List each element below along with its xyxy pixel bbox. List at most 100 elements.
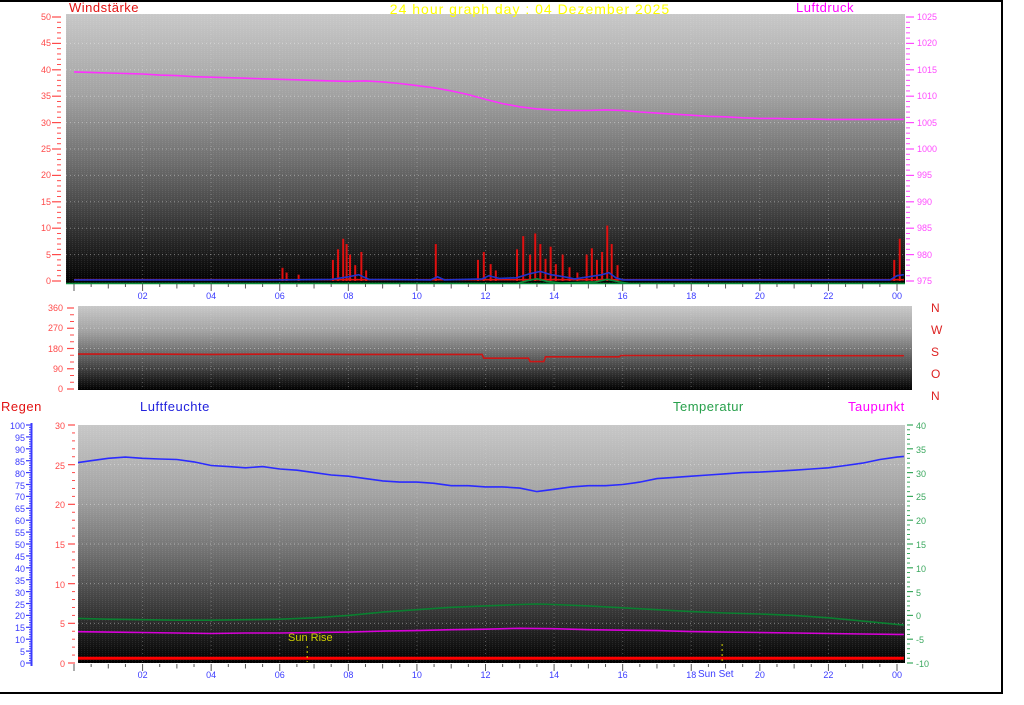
tick-label: 35 [916,444,927,455]
tick-label: 0 [916,611,922,622]
sunrise-annotation: Sun Rise [288,632,333,644]
tick-label: -5 [916,635,925,646]
tick-label: 12 [480,670,491,680]
tick-label: 1025 [917,12,938,22]
tick-label: 08 [343,291,354,301]
tick-label: 20 [54,500,65,511]
tick-label: 30 [14,587,25,598]
tick-label: 15 [14,623,25,634]
tick-label: 16 [617,291,628,301]
tick-label: 10 [54,579,65,590]
tick-label: 45 [40,38,51,49]
tick-label: 5 [45,249,51,260]
tick-label: 980 [917,249,933,260]
tick-label: 975 [917,276,933,286]
tick-label: 40 [14,563,25,574]
tick-label: 100 [9,421,25,431]
tick-label: 5 [59,619,65,630]
tick-label: 1005 [917,117,938,128]
tick-label: 02 [137,670,148,680]
tick-label: 0 [59,659,65,669]
page-title: 24 hour graph day : 04 Dezember 2025 [389,1,671,17]
wind-pressure-plot [66,14,905,285]
tick-label: 25 [54,460,65,471]
tick-label: 10 [40,223,51,234]
tick-label: 15 [916,540,927,550]
tick-label: 12 [480,291,491,301]
humidity-temp-plot [78,425,905,663]
tick-label: 15 [40,196,51,207]
tick-label: 180 [47,343,63,354]
tick-label: 14 [549,670,560,680]
weather-graph-window: Windstärke 24 hour graph day : 04 Dezemb… [0,0,1024,705]
tick-label: 25 [40,144,51,154]
tick-label: 85 [14,456,25,467]
tick-label: 25 [14,599,25,610]
tick-label: 20 [754,291,765,301]
tick-label: 22 [823,291,834,301]
tick-label: 40 [916,421,927,431]
tick-label: 1020 [917,38,938,49]
tick-label: 995 [917,170,933,181]
tick-label: W [931,323,943,337]
tick-label: 90 [14,444,25,455]
tick-label: N [931,389,940,403]
tick-label: 360 [47,303,63,313]
tick-label: 50 [40,12,51,22]
tick-label: 55 [14,528,25,539]
tick-label: 50 [14,540,25,550]
temperature-label: Temperatur [673,399,744,414]
tick-label: 00 [891,670,902,680]
tick-label: 10 [14,635,25,646]
wind-direction-plot [78,306,912,390]
tick-label: 20 [14,611,25,622]
tick-label: 02 [137,291,148,301]
tick-label: 5 [916,587,922,598]
tick-label: 0 [19,659,25,669]
tick-label: 14 [549,291,560,301]
tick-label: 75 [14,480,25,491]
tick-label: 00 [891,291,902,301]
tick-label: 25 [916,492,927,503]
tick-label: 06 [274,291,285,301]
window-border-bottom [0,692,1003,694]
tick-label: 10 [411,670,422,680]
tick-label: 04 [206,670,217,680]
tick-label: -10 [916,659,930,669]
tick-label: 18 [686,291,697,301]
tick-label: 60 [14,516,25,527]
tick-label: 18 [686,670,697,680]
tick-label: 1000 [917,144,938,154]
tick-label: 20 [916,516,927,527]
tick-label: 06 [274,670,285,680]
tick-label: 10 [411,291,422,301]
tick-label: 22 [823,670,834,680]
tick-label: 80 [14,468,25,479]
wind-strength-label: Windstärke [69,0,140,15]
pressure-label: Luftdruck [796,0,854,15]
tick-label: 35 [40,91,51,102]
tick-label: 45 [14,551,25,562]
tick-label: 5 [19,647,25,658]
tick-label: 90 [52,363,63,374]
tick-label: 08 [343,670,354,680]
tick-label: S [931,345,940,359]
tick-label: 0 [45,276,51,286]
tick-label: 65 [14,504,25,515]
tick-label: 1010 [917,91,938,102]
tick-label: N [931,301,940,315]
window-border-right [1001,0,1003,694]
tick-label: 30 [54,421,65,431]
tick-label: 35 [14,575,25,586]
tick-label: 270 [47,323,63,334]
tick-label: 15 [54,540,65,550]
dewpoint-label: Taupunkt [848,399,905,414]
tick-label: 16 [617,670,628,680]
tick-label: 985 [917,223,933,234]
tick-label: 20 [754,670,765,680]
tick-label: 0 [57,384,63,394]
tick-label: 990 [917,196,933,207]
tick-label: 20 [40,170,51,181]
humidity-label: Luftfeuchte [140,399,210,414]
rain-label: Regen [1,399,42,414]
